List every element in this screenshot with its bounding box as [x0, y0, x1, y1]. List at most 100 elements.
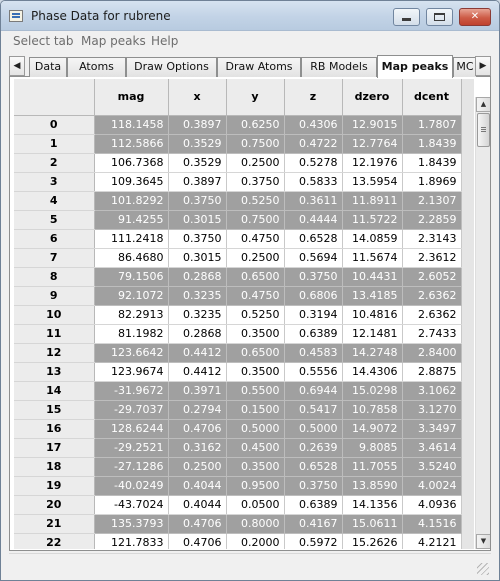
table-cell-dzero[interactable]: 10.4816	[342, 305, 403, 325]
table-cell-z[interactable]: 0.4583	[284, 343, 343, 363]
scroll-thumb[interactable]	[477, 113, 490, 147]
table-cell-dcent[interactable]: 2.6362	[402, 305, 462, 325]
table-cell-dzero[interactable]: 14.0859	[342, 229, 403, 249]
table-cell-mag[interactable]: 92.1072	[94, 286, 169, 306]
table-cell-dcent[interactable]: 2.2859	[402, 210, 462, 230]
row-header[interactable]: 21	[14, 514, 95, 534]
table-cell-y[interactable]: 0.2500	[226, 153, 285, 173]
row-header[interactable]: 4	[14, 191, 95, 211]
table-cell-dzero[interactable]: 14.1356	[342, 495, 403, 515]
table-row[interactable]: 18 -27.1286 0.2500 0.3500 0.6528 11.7055 3.524…	[14, 457, 462, 477]
table-cell-z[interactable]: 0.5556	[284, 362, 343, 382]
table-row[interactable]: 21 135.3793 0.4706 0.8000 0.4167 15.0611 4.151…	[14, 514, 462, 534]
tab-atoms[interactable]: Atoms	[67, 57, 126, 77]
scroll-up-button[interactable]: ▲	[476, 97, 490, 112]
table-cell-z[interactable]: 0.5000	[284, 419, 343, 439]
table-cell-mag[interactable]: -43.7024	[94, 495, 169, 515]
table-cell-dcent[interactable]: 4.0936	[402, 495, 462, 515]
table-cell-dzero[interactable]: 11.8911	[342, 191, 403, 211]
table-cell-dcent[interactable]: 2.8400	[402, 343, 462, 363]
table-cell-y[interactable]: 0.2000	[226, 533, 285, 549]
table-cell-z[interactable]: 0.5833	[284, 172, 343, 192]
table-cell-dzero[interactable]: 12.7764	[342, 134, 403, 154]
table-cell-x[interactable]: 0.3897	[168, 115, 227, 135]
table-cell-z[interactable]: 0.3194	[284, 305, 343, 325]
table-cell-mag[interactable]: 123.6642	[94, 343, 169, 363]
column-header-y[interactable]: y	[226, 79, 285, 116]
table-cell-dcent[interactable]: 2.1307	[402, 191, 462, 211]
table-cell-dcent[interactable]: 4.2121	[402, 533, 462, 549]
table-cell-z[interactable]: 0.6389	[284, 495, 343, 515]
table-row[interactable]: 15 -29.7037 0.2794 0.1500 0.5417 10.7858 3.127…	[14, 400, 462, 420]
column-header-x[interactable]: x	[168, 79, 227, 116]
table-cell-x[interactable]: 0.2868	[168, 267, 227, 287]
table-cell-y[interactable]: 0.5000	[226, 419, 285, 439]
row-header[interactable]: 11	[14, 324, 95, 344]
table-cell-x[interactable]: 0.3750	[168, 191, 227, 211]
table-cell-z[interactable]: 0.5278	[284, 153, 343, 173]
table-cell-dcent[interactable]: 3.5240	[402, 457, 462, 477]
table-cell-y[interactable]: 0.5500	[226, 381, 285, 401]
table-cell-dzero[interactable]: 10.4431	[342, 267, 403, 287]
table-row[interactable]: 11 81.1982 0.2868 0.3500 0.6389 12.1481 2.7433	[14, 324, 462, 344]
table-cell-dzero[interactable]: 15.0611	[342, 514, 403, 534]
table-cell-mag[interactable]: -29.7037	[94, 400, 169, 420]
table-cell-mag[interactable]: 106.7368	[94, 153, 169, 173]
table-row[interactable]: 2 106.7368 0.3529 0.2500 0.5278 12.1976 1.8439	[14, 153, 462, 173]
table-cell-dcent[interactable]: 3.4614	[402, 438, 462, 458]
table-row[interactable]: 0 118.1458 0.3897 0.6250 0.4306 12.9015 1.7807	[14, 115, 462, 135]
table-cell-mag[interactable]: 86.4680	[94, 248, 169, 268]
close-button[interactable]: ✕	[459, 8, 491, 26]
table-cell-z[interactable]: 0.4167	[284, 514, 343, 534]
table-cell-dzero[interactable]: 9.8085	[342, 438, 403, 458]
table-cell-mag[interactable]: 128.6244	[94, 419, 169, 439]
table-cell-x[interactable]: 0.3235	[168, 305, 227, 325]
table-cell-z[interactable]: 0.4306	[284, 115, 343, 135]
table-cell-dcent[interactable]: 2.8875	[402, 362, 462, 382]
tab-map-peaks[interactable]: Map peaks	[377, 55, 453, 78]
row-header[interactable]: 8	[14, 267, 95, 287]
title-bar[interactable]: Phase Data for rubrene ✕	[1, 1, 499, 31]
table-row[interactable]: 10 82.2913 0.3235 0.5250 0.3194 10.4816 2.6362	[14, 305, 462, 325]
table-cell-z[interactable]: 0.4444	[284, 210, 343, 230]
table-cell-dcent[interactable]: 4.0024	[402, 476, 462, 496]
table-cell-dzero[interactable]: 10.7858	[342, 400, 403, 420]
row-header[interactable]: 6	[14, 229, 95, 249]
tab-data[interactable]: Data	[29, 57, 67, 77]
table-cell-dzero[interactable]: 13.8590	[342, 476, 403, 496]
table-row[interactable]: 12 123.6642 0.4412 0.6500 0.4583 14.2748 2.840…	[14, 343, 462, 363]
table-cell-y[interactable]: 0.3500	[226, 362, 285, 382]
table-cell-dcent[interactable]: 1.8439	[402, 134, 462, 154]
table-cell-dcent[interactable]: 1.7807	[402, 115, 462, 135]
column-header-dcent[interactable]: dcent	[402, 79, 462, 116]
table-cell-mag[interactable]: 112.5866	[94, 134, 169, 154]
table-row[interactable]: 7 86.4680 0.3015 0.2500 0.5694 11.5674 2.3612	[14, 248, 462, 268]
table-row[interactable]: 3 109.3645 0.3897 0.3750 0.5833 13.5954 1.8969	[14, 172, 462, 192]
tab-scroll-right-button[interactable]: ▶	[475, 56, 491, 76]
column-header-mag[interactable]: mag	[94, 79, 169, 116]
table-cell-x[interactable]: 0.4412	[168, 362, 227, 382]
table-cell-y[interactable]: 0.4500	[226, 438, 285, 458]
table-row[interactable]: 8 79.1506 0.2868 0.6500 0.3750 10.4431 2.6052	[14, 267, 462, 287]
table-cell-y[interactable]: 0.5250	[226, 191, 285, 211]
table-cell-z[interactable]: 0.3611	[284, 191, 343, 211]
table-cell-x[interactable]: 0.3235	[168, 286, 227, 306]
tab-scroll-left-button[interactable]: ◀	[9, 56, 25, 76]
table-cell-z[interactable]: 0.3750	[284, 267, 343, 287]
row-header[interactable]: 2	[14, 153, 95, 173]
table-cell-z[interactable]: 0.6806	[284, 286, 343, 306]
table-cell-dzero[interactable]: 14.9072	[342, 419, 403, 439]
table-cell-mag[interactable]: 118.1458	[94, 115, 169, 135]
menu-map-peaks[interactable]: Map peaks	[81, 34, 146, 48]
table-cell-x[interactable]: 0.3162	[168, 438, 227, 458]
table-cell-y[interactable]: 0.6250	[226, 115, 285, 135]
row-header[interactable]: 5	[14, 210, 95, 230]
row-header[interactable]: 19	[14, 476, 95, 496]
column-header-dzero[interactable]: dzero	[342, 79, 403, 116]
table-cell-x[interactable]: 0.3529	[168, 134, 227, 154]
table-cell-z[interactable]: 0.5694	[284, 248, 343, 268]
table-cell-dcent[interactable]: 2.3143	[402, 229, 462, 249]
row-header[interactable]: 7	[14, 248, 95, 268]
row-header[interactable]: 10	[14, 305, 95, 325]
table-cell-dzero[interactable]: 13.5954	[342, 172, 403, 192]
